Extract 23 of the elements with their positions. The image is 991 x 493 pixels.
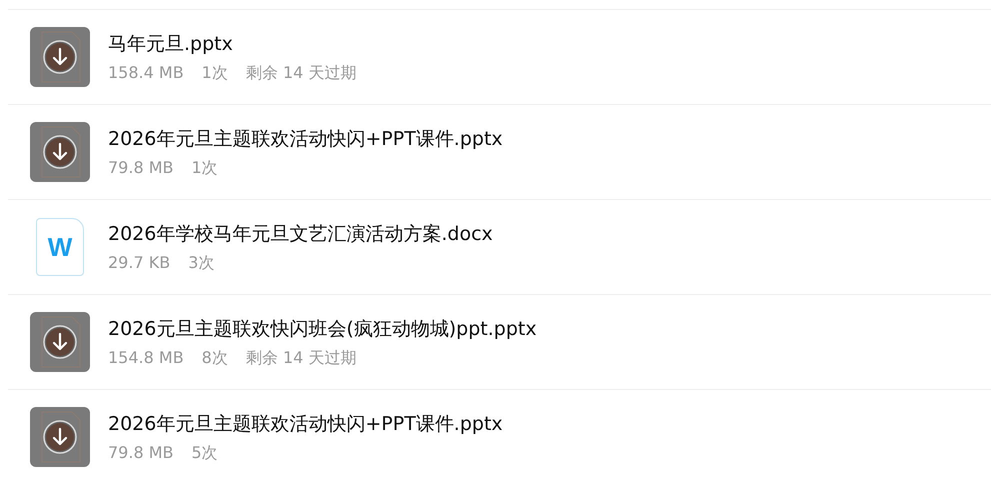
file-size: 158.4 MB xyxy=(108,62,184,84)
file-size: 79.8 MB xyxy=(108,158,174,178)
download-count: 3次 xyxy=(188,252,214,274)
file-row[interactable]: 2026年元旦主题联欢活动快闪+PPT课件.pptx 79.8 MB 1次 xyxy=(8,104,991,199)
file-row[interactable]: 马年元旦.pptx 158.4 MB 1次 剩余 14 天过期 xyxy=(8,9,991,104)
file-size: 79.8 MB xyxy=(108,442,174,464)
download-count: 1次 xyxy=(192,158,218,178)
file-size: 29.7 KB xyxy=(108,252,170,274)
file-size: 154.8 MB xyxy=(108,348,184,368)
download-count: 1次 xyxy=(202,62,228,84)
expiry-text: 剩余 14 天过期 xyxy=(246,62,356,84)
download-count: 5次 xyxy=(192,442,218,464)
file-name[interactable]: 马年元旦.pptx xyxy=(108,30,356,56)
word-file-icon: W xyxy=(36,218,84,276)
file-row[interactable]: W 2026年学校马年元旦文艺汇演活动方案.docx 29.7 KB 3次 xyxy=(8,199,991,294)
file-name[interactable]: 2026元旦主题联欢快闪班会(疯狂动物城)ppt.pptx xyxy=(108,316,537,342)
file-name[interactable]: 2026年元旦主题联欢活动快闪+PPT课件.pptx xyxy=(108,126,503,152)
file-name[interactable]: 2026年元旦主题联欢活动快闪+PPT课件.pptx xyxy=(108,410,503,436)
file-name[interactable]: 2026年学校马年元旦文艺汇演活动方案.docx xyxy=(108,220,493,246)
expiry-text: 剩余 14 天过期 xyxy=(246,348,356,368)
download-count: 8次 xyxy=(202,348,228,368)
file-row[interactable]: 2026年元旦主题联欢活动快闪+PPT课件.pptx 79.8 MB 5次 xyxy=(8,389,991,484)
file-row[interactable]: 2026元旦主题联欢快闪班会(疯狂动物城)ppt.pptx 154.8 MB 8次 剩余 14 天过期 xyxy=(8,294,991,389)
